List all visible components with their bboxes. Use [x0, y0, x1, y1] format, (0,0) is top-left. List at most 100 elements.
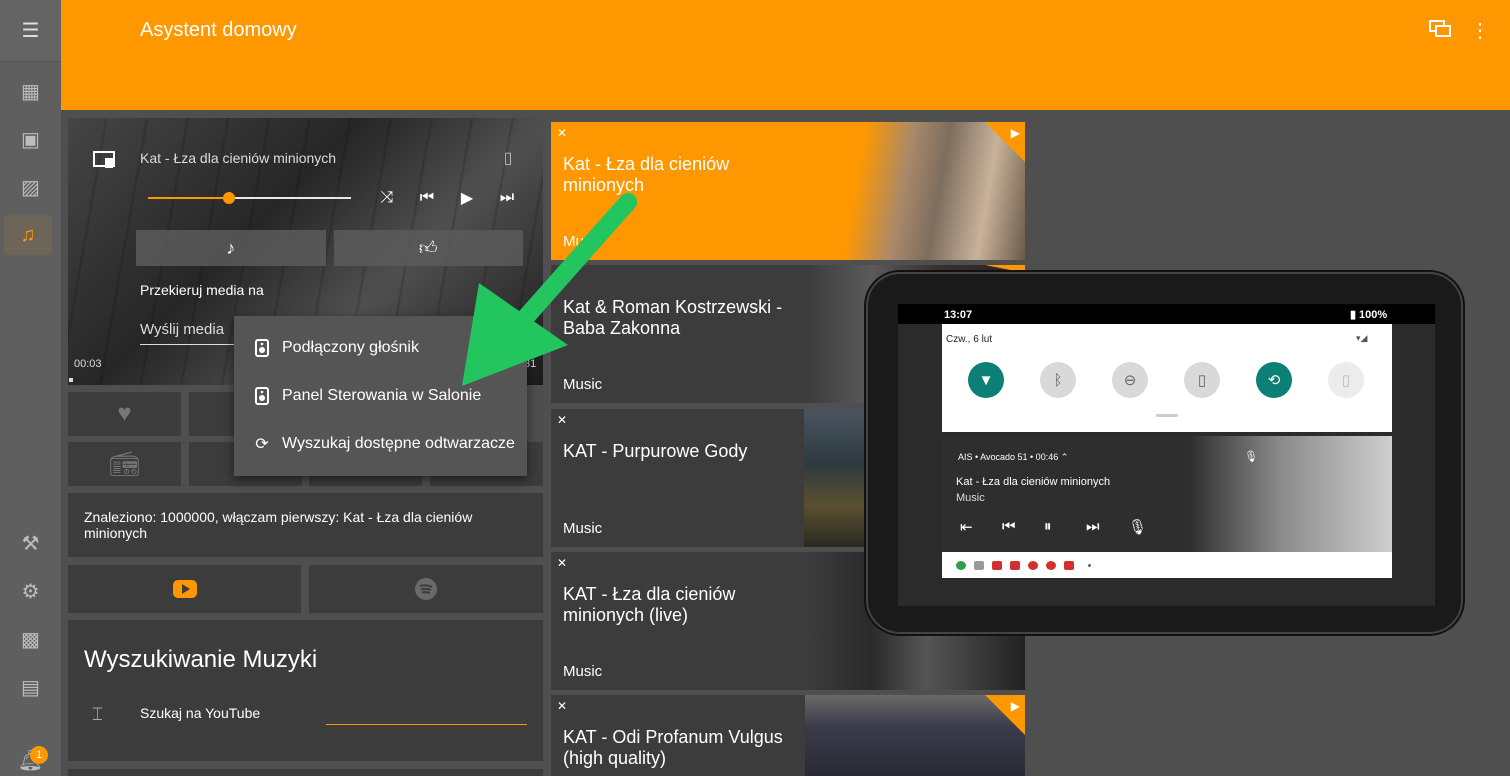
battery-icon: ▮ — [1350, 309, 1357, 321]
play-icon[interactable]: ▶ — [1011, 126, 1020, 140]
remove-icon[interactable]: ✕ — [557, 126, 567, 140]
radio-button[interactable]: 📻︎ — [68, 442, 181, 486]
drag-handle[interactable] — [1156, 414, 1178, 417]
alarm-icon — [1028, 561, 1038, 570]
qrcode-icon: ▩ — [21, 628, 40, 651]
wifi-icon: ▼ — [978, 371, 994, 389]
notification-sub: Music — [956, 492, 985, 504]
sidebar-item-photos[interactable]: ▨ — [0, 167, 61, 207]
pause-icon[interactable]: ⏸ — [1044, 518, 1052, 535]
sidebar: ☰ ▦ ▣ ▨ ♫ ⚒ ⚙ ▩ ▤ 🔔︎ 1 — [0, 0, 61, 776]
speaker-icon — [252, 339, 272, 357]
youtube-search-label: Szukaj na YouTube — [140, 705, 261, 721]
music-library-icon: ♫ — [20, 223, 36, 246]
gallery-icon — [1010, 561, 1020, 570]
volume-slider-fill — [148, 197, 229, 199]
notification-badge: 1 — [30, 746, 48, 764]
next-icon[interactable]: ⏭ — [495, 186, 519, 210]
menu-item-label: Panel Sterowania w Salonie — [282, 387, 482, 404]
mic-icon[interactable]: 🎙︎ — [1244, 450, 1258, 463]
battery-saver-icon: ▯ — [1341, 372, 1351, 389]
speaker-icon — [252, 387, 272, 405]
playlist-item-title: KAT - Purpurowe Gody — [563, 441, 748, 461]
playlist-item-title: Kat & Roman Kostrzewski - Baba Zakonna — [563, 297, 783, 338]
youtube-icon — [172, 580, 197, 598]
dnd-tile[interactable]: ⊖ — [1112, 362, 1148, 398]
playlist-item-title: KAT - Łza dla cieniów minionych (live) — [563, 584, 736, 625]
tab-playlist[interactable]: ♪ — [136, 230, 326, 266]
player-tabs: ♪ 👍︎ — [136, 230, 523, 266]
more-dot-icon — [1088, 564, 1091, 567]
settings-icon: ⚙ — [21, 580, 40, 603]
track-title: Kat - Łza dla cieniów minionych — [140, 150, 337, 166]
spotify-button[interactable] — [309, 565, 543, 613]
battery-saver-tile[interactable]: ▯ — [1328, 362, 1364, 398]
remove-icon[interactable]: ✕ — [557, 699, 567, 713]
remove-icon[interactable]: ✕ — [557, 413, 567, 427]
sidebar-item-book[interactable]: ▤ — [0, 667, 61, 707]
previous-icon[interactable]: ⏮ — [1002, 518, 1016, 535]
bluetooth-tile[interactable]: ᛒ — [1040, 362, 1076, 398]
sidebar-item-settings[interactable]: ⚙ — [0, 571, 61, 611]
photo-icon: ▨ — [21, 176, 40, 199]
page-title: Asystent domowy — [140, 19, 297, 41]
quick-settings-panel: Czw., 6 lut ▾◢ ▼ ᛒ ⊖ ▯ ⟲ ▯ — [942, 324, 1392, 432]
playlist-item-sub: Music — [563, 376, 603, 393]
music-search-card: Wyszukiwanie Muzyki ⌶ Szukaj na YouTube — [68, 620, 543, 761]
notification-app-icons — [942, 552, 1392, 578]
menu-item-search-players[interactable]: ⟳ Wyszukaj dostępne odtwarzacze — [234, 420, 527, 468]
more-vert-icon[interactable]: ⋮ — [1468, 18, 1492, 42]
tab-like[interactable]: 👍︎ — [333, 230, 523, 266]
playlist-item-title: Kat - Łza dla cieniów minionych — [563, 154, 730, 195]
cast-icon[interactable] — [92, 148, 116, 172]
battery-level: 100% — [1359, 309, 1388, 321]
play-icon[interactable]: ▶ — [455, 186, 479, 210]
speaker-icon[interactable]: ▯ — [496, 146, 520, 170]
sidebar-item-qr[interactable]: ▩ — [0, 619, 61, 659]
play-icon[interactable]: ▶ — [1011, 699, 1020, 713]
sidebar-item-contacts[interactable]: ▣ — [0, 119, 61, 159]
next-icon[interactable]: ⏭ — [1086, 518, 1100, 535]
menu-item-connected-speaker[interactable]: Podłączony głośnik — [234, 324, 527, 372]
heart-icon: ♥ — [117, 400, 132, 427]
volume-slider-knob[interactable] — [223, 192, 235, 204]
menu-button[interactable]: ☰ — [0, 0, 61, 62]
signal-icon: ▾◢ — [1356, 333, 1368, 343]
track-progress[interactable] — [69, 378, 73, 382]
previous-icon[interactable]: ⏮ — [415, 186, 439, 210]
found-result-card: Znaleziono: 1000000, włączam pierwszy: K… — [68, 493, 543, 557]
rotate-tile[interactable]: ⟲ — [1256, 362, 1292, 398]
youtube-icon — [1064, 561, 1074, 570]
menu-item-living-room-panel[interactable]: Panel Sterowania w Salonie — [234, 372, 527, 420]
chat-icon[interactable] — [1428, 18, 1452, 42]
sidebar-item-tools[interactable]: ⚒ — [0, 523, 61, 563]
youtube-button[interactable] — [68, 565, 301, 613]
qs-date: Czw., 6 lut — [946, 334, 993, 345]
tablet-device: 13:07 ▮ 100% Czw., 6 lut ▾◢ ▼ ᛒ ⊖ ▯ ⟲ ▯ … — [866, 272, 1463, 634]
favorite-button[interactable]: ♥ — [68, 392, 181, 436]
remove-icon[interactable]: ✕ — [557, 556, 567, 570]
refresh-icon: ⟳ — [255, 436, 269, 453]
apps-icon: ▦ — [21, 80, 40, 103]
playlist-item[interactable]: ✕ KAT - Odi Profanum Vulgus (high qualit… — [551, 695, 1025, 776]
playlist-item[interactable]: ✕ Kat - Łza dla cieniów minionych Music … — [551, 122, 1025, 260]
hamburger-icon: ☰ — [21, 20, 40, 42]
music-search-title: Wyszukiwanie Muzyki — [84, 646, 318, 673]
book-icon: ▤ — [21, 676, 40, 699]
do-not-disturb-icon: ⊖ — [1123, 372, 1137, 389]
tablet-screen: 13:07 ▮ 100% Czw., 6 lut ▾◢ ▼ ᛒ ⊖ ▯ ⟲ ▯ … — [898, 304, 1435, 606]
mic-icon[interactable]: 🎙︎ — [1128, 518, 1147, 536]
hammer-icon: ⚒ — [21, 532, 40, 555]
play-store-icon — [974, 561, 984, 570]
media-notification: AIS • Avocado 51 • 00:46 ⌃ 🎙︎ Kat - Łza … — [942, 436, 1392, 552]
sidebar-item-apps[interactable]: ▦ — [0, 71, 61, 111]
flashlight-tile[interactable]: ▯ — [1184, 362, 1220, 398]
send-media-select[interactable]: Wyślij media — [140, 321, 235, 345]
wifi-tile[interactable]: ▼ — [968, 362, 1004, 398]
sidebar-item-music[interactable]: ♫ — [4, 215, 52, 255]
shuffle-icon[interactable]: ⤨ — [375, 186, 399, 210]
youtube-search-input[interactable] — [326, 724, 527, 725]
media-target-menu: Podłączony głośnik Panel Sterowania w Sa… — [234, 316, 527, 476]
exit-icon[interactable]: ⇤ — [960, 518, 973, 536]
playlist-item-sub: Music — [563, 233, 603, 250]
